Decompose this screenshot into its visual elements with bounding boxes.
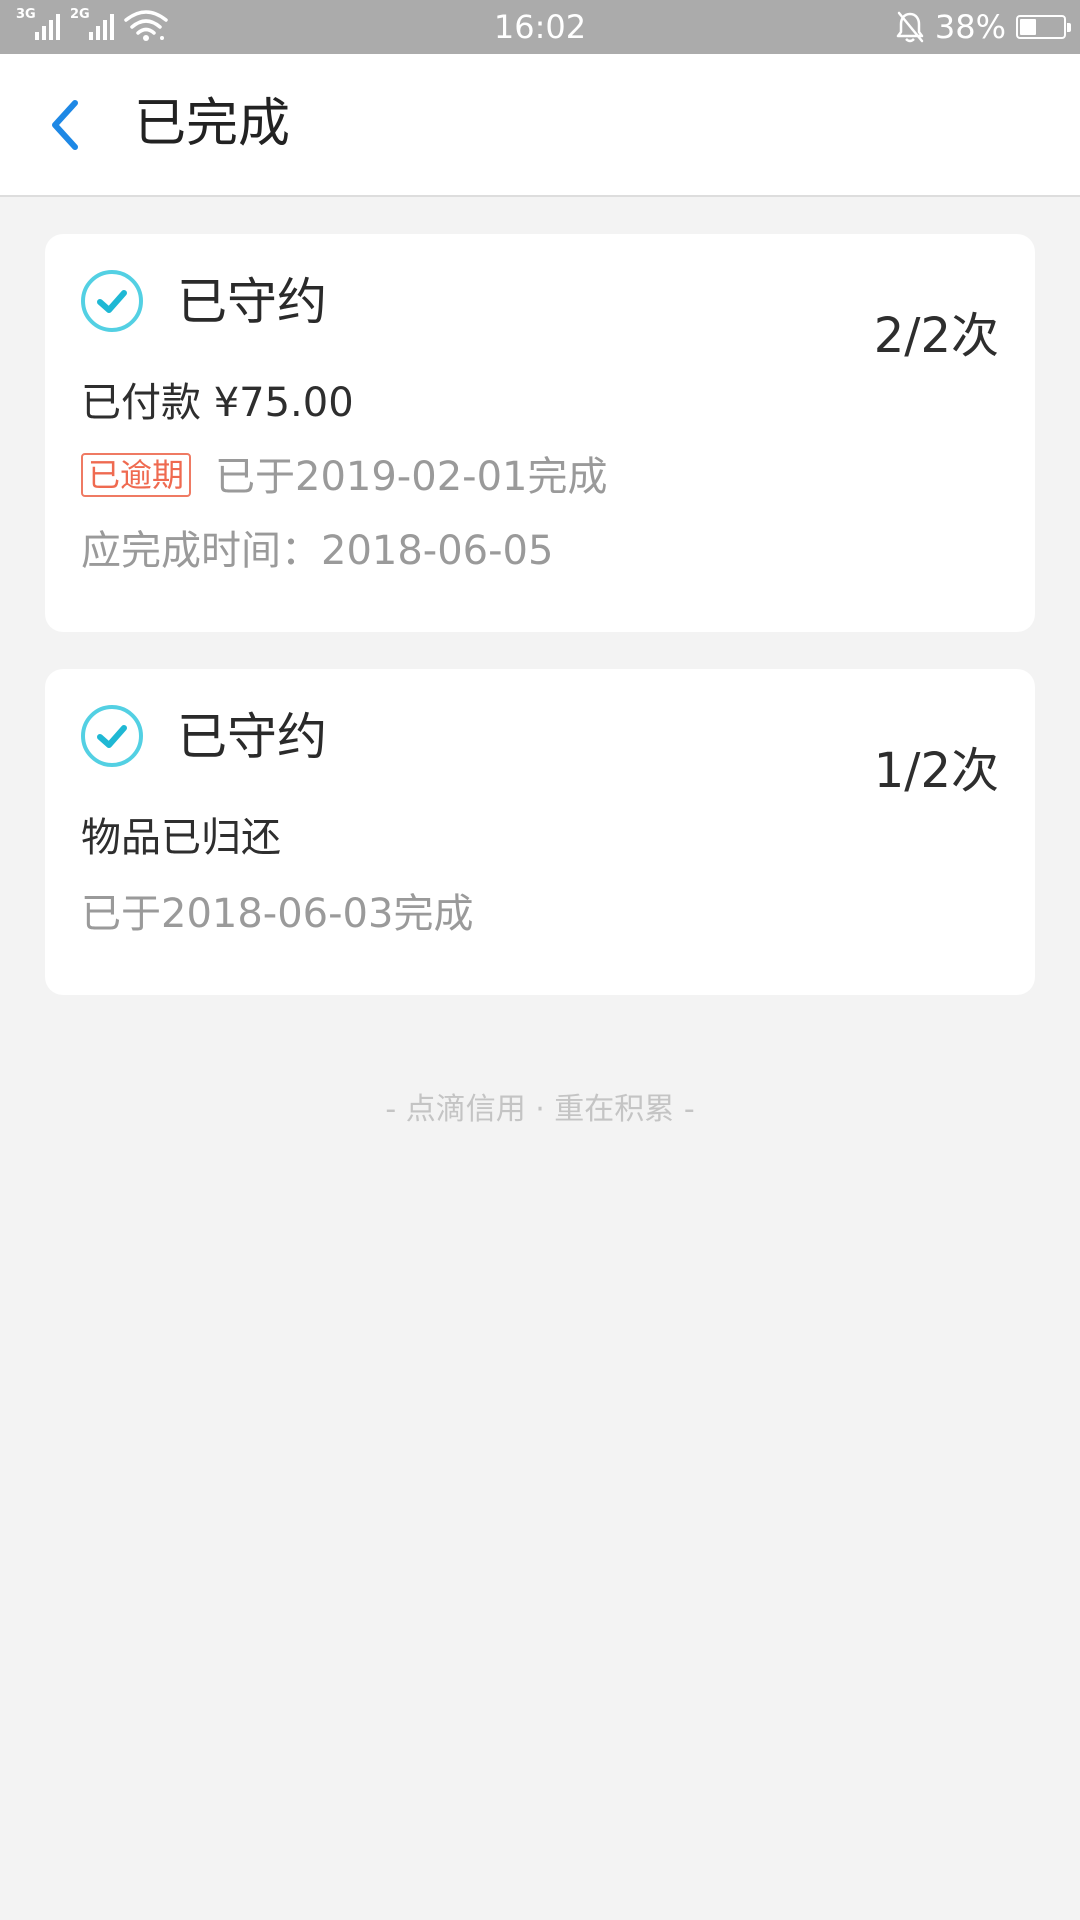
- check-circle-icon: [81, 270, 143, 332]
- back-button[interactable]: [30, 90, 100, 160]
- overdue-badge: 已逾期: [81, 453, 192, 497]
- record-detail: 物品已归还: [81, 815, 281, 861]
- record-detail: 已付款 ¥75.00: [81, 380, 354, 426]
- record-completed-date: 已于2019-02-01完成: [215, 454, 608, 500]
- record-count: 1/2次: [873, 743, 999, 799]
- page-title: 已完成: [134, 94, 291, 154]
- bell-off-icon: [896, 11, 924, 43]
- app-header: 已完成: [0, 54, 1080, 197]
- footer-slogan: - 点滴信用 · 重在积累 -: [385, 1092, 695, 1127]
- record-completed-date: 已于2018-06-03完成: [81, 891, 474, 937]
- record-status: 已守约: [177, 273, 327, 331]
- battery-icon: [1016, 15, 1071, 39]
- record-completed-row: 已逾期 已于2019-02-01完成: [81, 452, 607, 502]
- status-bar: 3G 2G 16:02 38%: [0, 0, 1080, 54]
- record-due-date: 应完成时间：2018-06-05: [81, 528, 554, 574]
- record-card[interactable]: 已守约 1/2次 物品已归还 已于2018-06-03完成: [45, 669, 1035, 995]
- check-circle-icon: [81, 705, 143, 767]
- status-bar-right: 38%: [895, 8, 1071, 46]
- chevron-left-icon: [52, 100, 78, 150]
- record-count: 2/2次: [873, 308, 999, 364]
- battery-percent: 38%: [934, 8, 1006, 46]
- record-status: 已守约: [177, 708, 327, 766]
- battery-level-fill: [1020, 19, 1036, 35]
- record-card[interactable]: 已守约 2/2次 已付款 ¥75.00 已逾期 已于2019-02-01完成 应完…: [45, 234, 1035, 632]
